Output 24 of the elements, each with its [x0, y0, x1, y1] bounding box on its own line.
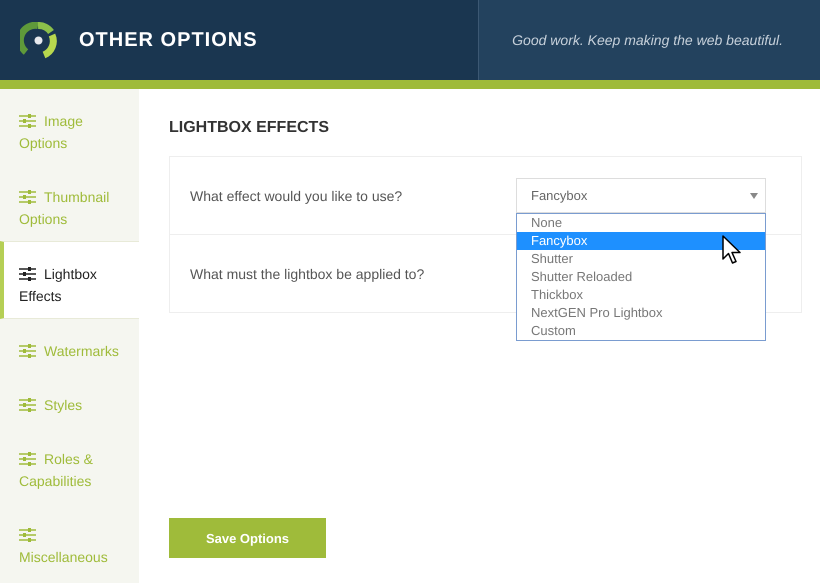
- sliders-icon: [19, 267, 36, 281]
- dropdown-option[interactable]: NextGEN Pro Lightbox: [517, 304, 765, 322]
- logo-icon: [20, 22, 57, 58]
- pointer-icon: [722, 235, 742, 266]
- caret-icon: [750, 192, 758, 198]
- sliders-icon: [19, 528, 36, 542]
- effect-dropdown[interactable]: Fancybox: [516, 178, 766, 213]
- sliders-icon: [19, 452, 36, 466]
- sidebar-item[interactable]: Lightbox Effects: [0, 241, 139, 319]
- section-title: LIGHTBOX EFFECTS: [169, 119, 329, 137]
- sliders-icon: [19, 344, 36, 358]
- dropdown-option[interactable]: Shutter Reloaded: [517, 268, 765, 286]
- dropdown-option[interactable]: Fancybox: [517, 232, 765, 250]
- tagline: Good work. Keep making the web beautiful.: [512, 32, 783, 48]
- dropdown-option[interactable]: Custom: [517, 322, 765, 340]
- sliders-icon: [19, 114, 36, 128]
- page-title: OTHER OPTIONS: [79, 28, 258, 52]
- field-label: What must the lightbox be applied to?: [190, 266, 426, 282]
- field-label: What effect would you like to use?: [190, 188, 404, 204]
- sliders-icon: [19, 190, 36, 204]
- dropdown-option[interactable]: Shutter: [517, 250, 765, 268]
- dropdown-option[interactable]: Thickbox: [517, 286, 765, 304]
- dropdown-option[interactable]: None: [517, 214, 765, 232]
- sliders-icon: [19, 398, 36, 412]
